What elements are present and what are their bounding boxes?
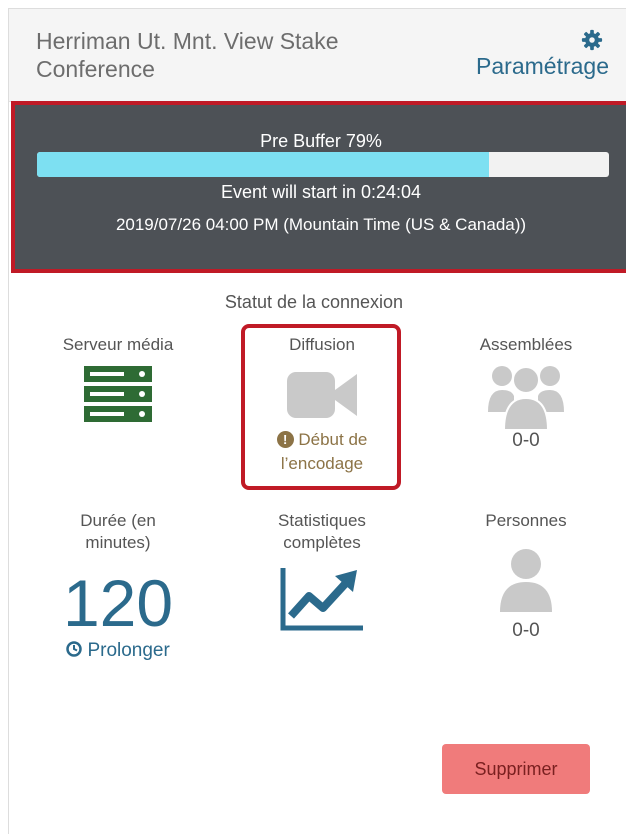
countdown-text: Event will start in 0:24:04 (220, 182, 422, 202)
diffusion-status-line1: Début de (298, 430, 368, 449)
settings-link[interactable]: Paramétrage (476, 29, 609, 80)
prebuffer-label: Pre Buffer 79% (260, 131, 382, 151)
connection-status-title: Statut de la connexion (224, 292, 404, 312)
assemblies-status: Assemblées 0-0 (436, 334, 616, 452)
line-chart-icon[interactable] (279, 566, 365, 632)
diffusion-status-text: ! Début de l’encodage (232, 428, 412, 476)
server-icon (84, 366, 152, 422)
stream-status-panel: Pre Buffer 79% Event will start in 0:24:… (11, 101, 626, 273)
prebuffer-progress-fill (37, 152, 489, 177)
delete-button[interactable]: Supprimer (442, 744, 590, 794)
duration-label-line1: Durée (en (80, 511, 156, 530)
media-server-status: Serveur média (28, 334, 208, 424)
event-title: Herriman Ut. Mnt. View Stake Conference (36, 28, 339, 82)
full-stats-panel[interactable]: Statistiques complètes (232, 510, 412, 632)
diffusion-status-line2: l’encodage (280, 454, 364, 473)
diffusion-label: Diffusion (289, 335, 355, 354)
exclamation-circle-icon: ! (276, 431, 294, 448)
full-stats-label-line1: Statistiques (278, 511, 366, 530)
persons-panel: Personnes 0-0 (436, 510, 616, 642)
assemblies-label: Assemblées (479, 335, 573, 354)
clock-icon (66, 641, 82, 657)
gear-icon (581, 29, 603, 51)
prebuffer-progress-bar (37, 152, 609, 177)
settings-label[interactable]: Paramétrage (476, 53, 609, 80)
assemblies-count: 0-0 (512, 430, 540, 451)
users-icon (488, 366, 564, 430)
event-datetime: 2019/07/26 04:00 PM (Mountain Time (US &… (115, 215, 527, 234)
persons-label: Personnes (485, 511, 567, 530)
persons-count: 0-0 (512, 620, 540, 641)
diffusion-status: Diffusion ! Début de l’encodage (232, 334, 412, 476)
user-icon (500, 549, 552, 612)
full-stats-label-line2: complètes (283, 533, 361, 552)
extend-link[interactable]: Prolonger (28, 640, 208, 662)
duration-value: 120 (62, 566, 174, 640)
extend-label[interactable]: Prolonger (87, 640, 169, 661)
video-camera-icon (287, 372, 357, 418)
card-header: Herriman Ut. Mnt. View Stake Conference … (9, 9, 626, 102)
duration-label-line2: minutes) (85, 533, 151, 552)
duration-panel: Durée (en minutes) 120 Prolonger (28, 510, 208, 662)
media-server-label: Serveur média (62, 335, 174, 354)
